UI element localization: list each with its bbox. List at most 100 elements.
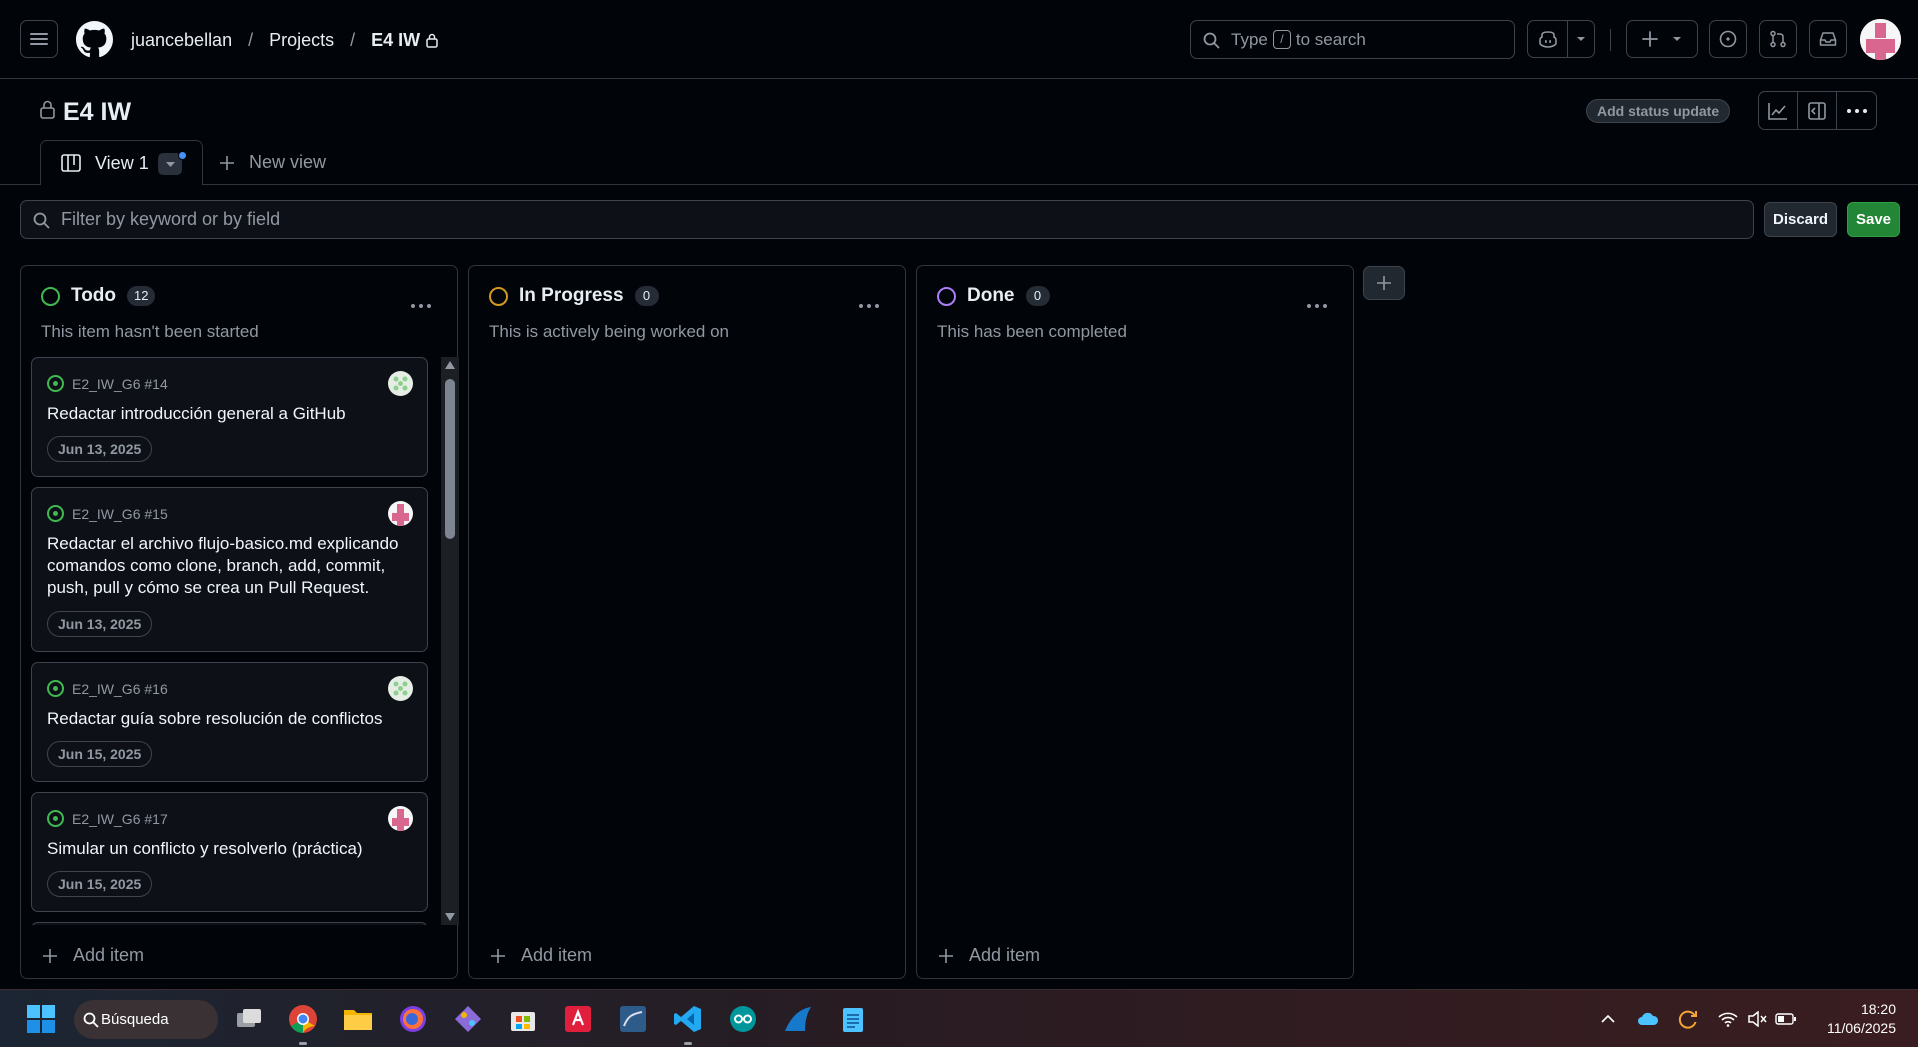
firefox-icon[interactable] — [396, 1002, 430, 1036]
card-item[interactable]: E2_IW_G6 #15 Redactar el archivo flujo-b… — [31, 487, 428, 652]
card-date-badge: Jun 13, 2025 — [47, 611, 153, 637]
sync-update-icon[interactable] — [1677, 1008, 1699, 1030]
new-view-button[interactable]: New view — [220, 152, 326, 173]
card-title[interactable]: Redactar guía sobre resolución de confli… — [47, 708, 417, 730]
column-todo: Todo 12 This item hasn't been started E2… — [20, 265, 459, 979]
create-new-button[interactable] — [1626, 20, 1698, 58]
filter-placeholder: Filter by keyword or by field — [61, 209, 281, 229]
chrome-icon[interactable] — [286, 1002, 320, 1045]
search-icon — [83, 1012, 99, 1028]
card-ref-text[interactable]: E2_IW_G6 #16 — [72, 681, 168, 697]
chevron-down-icon — [1673, 37, 1681, 41]
issue-open-icon — [47, 505, 64, 522]
task-view-icon[interactable] — [232, 1002, 266, 1036]
vscode-icon[interactable] — [671, 1002, 705, 1045]
kebab-horizontal-icon — [1307, 304, 1327, 308]
show-hidden-icons-chevron-icon[interactable] — [1597, 1008, 1619, 1030]
breadcrumb-owner[interactable]: juancebellan — [131, 30, 232, 51]
column-description: This has been completed — [937, 322, 1127, 341]
copilot-button[interactable] — [1528, 21, 1567, 57]
clock-date: 11/06/2025 — [1826, 1020, 1896, 1036]
kebab-horizontal-icon — [1846, 108, 1867, 113]
card-reference: E2_IW_G6 #17 — [47, 810, 168, 827]
issues-button[interactable] — [1709, 20, 1747, 58]
card-item[interactable]: E2_IW_G6 #14 Redactar introducción gener… — [31, 357, 428, 477]
global-search-input[interactable]: Type / to search — [1190, 20, 1515, 59]
graph-icon — [1768, 102, 1787, 120]
add-column-button[interactable] — [1363, 266, 1405, 300]
user-avatar[interactable] — [1860, 19, 1901, 60]
scroll-up-arrow-icon[interactable] — [445, 361, 455, 369]
breadcrumb-separator: / — [248, 29, 254, 50]
plus-icon — [220, 155, 234, 170]
plus-icon — [1377, 276, 1391, 290]
search-shortcut-key: / — [1272, 30, 1291, 49]
menu-button[interactable] — [20, 20, 58, 58]
pull-requests-button[interactable] — [1759, 20, 1797, 58]
column-menu-button[interactable] — [1307, 288, 1327, 314]
breadcrumb-project[interactable]: E4 IW — [371, 30, 420, 51]
card-title[interactable]: Redactar el archivo flujo-basico.md expl… — [47, 533, 417, 599]
card-ref-text[interactable]: E2_IW_G6 #15 — [72, 506, 168, 522]
card-item[interactable]: E2_IW_G6 #17 Simular un conflicto y reso… — [31, 792, 428, 912]
battery-charging-icon[interactable] — [1775, 1008, 1797, 1030]
taskbar-search[interactable]: Búsqueda — [74, 1000, 218, 1039]
card-list-scrollbar[interactable] — [441, 357, 459, 925]
volume-muted-icon[interactable] — [1746, 1008, 1768, 1030]
column-menu-button[interactable] — [411, 288, 431, 314]
plus-icon — [43, 948, 57, 963]
mysql-workbench-icon[interactable] — [616, 1002, 650, 1036]
save-button[interactable]: Save — [1847, 202, 1900, 237]
breadcrumb-projects[interactable]: Projects — [269, 30, 334, 51]
discard-button[interactable]: Discard — [1764, 202, 1837, 237]
autocad-icon[interactable] — [561, 1002, 595, 1036]
column-count: 0 — [1025, 286, 1050, 306]
insights-button[interactable] — [1759, 92, 1798, 129]
filter-input[interactable]: Filter by keyword or by field — [20, 200, 1754, 239]
card-reference: E2_IW_G6 #14 — [47, 375, 168, 392]
side-panel-button[interactable] — [1798, 92, 1837, 129]
issue-opened-icon — [1719, 30, 1737, 48]
add-item-button[interactable]: Add item — [491, 945, 592, 966]
card-ref-text[interactable]: E2_IW_G6 #17 — [72, 811, 168, 827]
card-item[interactable]: E2_IW_G6 #16 Redactar guía sobre resoluc… — [31, 662, 428, 782]
wifi-icon[interactable] — [1717, 1008, 1739, 1030]
header-divider — [1610, 29, 1611, 51]
add-item-button[interactable]: Add item — [43, 945, 144, 966]
column-title: Todo — [71, 285, 117, 306]
windows-start-icon[interactable] — [24, 1002, 58, 1036]
file-explorer-icon[interactable] — [341, 1002, 375, 1036]
git-tool-icon[interactable] — [451, 1002, 485, 1036]
assignee-avatar[interactable] — [388, 501, 413, 526]
add-status-update-button[interactable]: Add status update — [1586, 99, 1731, 123]
assignee-avatar[interactable] — [388, 676, 413, 701]
sidebar-icon — [1808, 101, 1826, 120]
global-header: juancebellan / Projects / E4 IW Type / t… — [0, 0, 1918, 79]
avatar-identicon — [388, 501, 413, 526]
copilot-dropdown-button[interactable] — [1568, 21, 1594, 57]
arduino-icon[interactable] — [726, 1002, 760, 1036]
card-title[interactable]: Simular un conflicto y resolverlo (práct… — [47, 838, 417, 860]
assignee-avatar[interactable] — [388, 371, 413, 396]
search-suffix: to search — [1295, 29, 1366, 49]
notepad-icon[interactable] — [836, 1002, 870, 1036]
scroll-down-arrow-icon[interactable] — [445, 913, 455, 921]
scrollbar-thumb[interactable] — [445, 379, 455, 539]
inbox-button[interactable] — [1809, 20, 1847, 58]
tab-view-1[interactable]: View 1 — [40, 140, 203, 185]
card-item-partial[interactable] — [31, 922, 428, 925]
assignee-avatar[interactable] — [388, 806, 413, 831]
system-clock[interactable]: 18:20 11/06/2025 — [1827, 1000, 1896, 1038]
wireshark-icon[interactable] — [781, 1002, 815, 1036]
add-item-button[interactable]: Add item — [939, 945, 1040, 966]
avatar-identicon — [388, 371, 413, 396]
clock-time: 18:20 — [1860, 1001, 1896, 1017]
github-logo-icon[interactable] — [76, 21, 113, 58]
microsoft-store-icon[interactable] — [506, 1002, 540, 1036]
column-in-progress: In Progress 0 This is actively being wor… — [468, 265, 906, 979]
column-menu-button[interactable] — [859, 288, 879, 314]
project-menu-button[interactable] — [1837, 92, 1876, 129]
card-title[interactable]: Redactar introducción general a GitHub — [47, 403, 417, 425]
card-ref-text[interactable]: E2_IW_G6 #14 — [72, 376, 168, 392]
onedrive-icon[interactable] — [1637, 1008, 1659, 1030]
